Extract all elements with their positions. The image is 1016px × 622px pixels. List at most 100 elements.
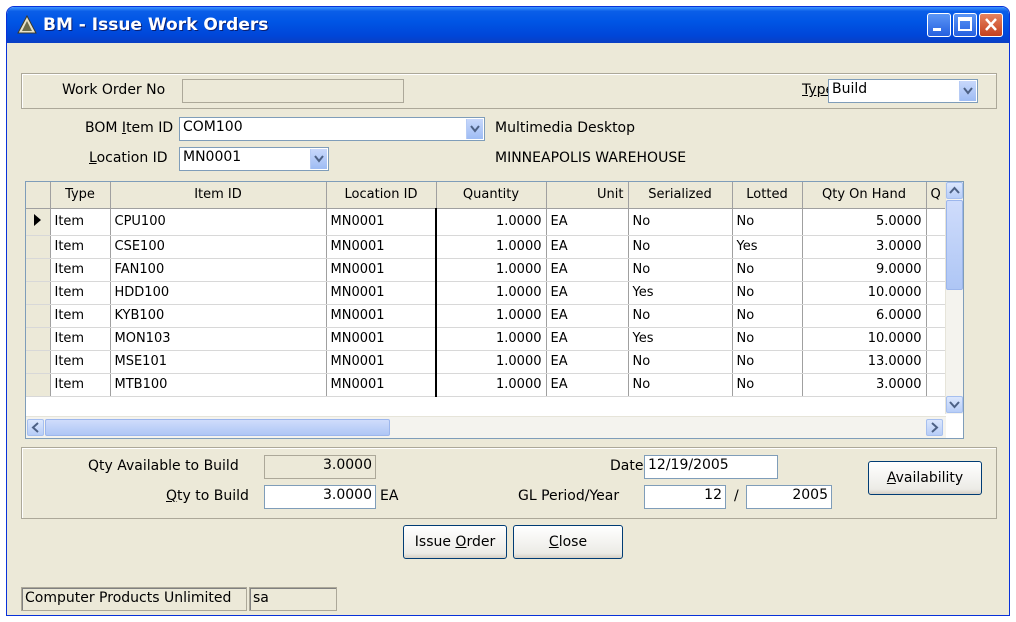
row-selector[interactable] [26, 373, 51, 397]
grid-cell-quantity[interactable]: 1.0000 [436, 235, 547, 259]
grid-cell-item-id[interactable]: CPU100 [110, 208, 327, 236]
grid-cell-unit[interactable]: EA [546, 304, 629, 328]
row-selector[interactable] [26, 258, 51, 282]
grid-cell-type[interactable]: Item [50, 350, 111, 374]
row-selector[interactable] [26, 327, 51, 351]
row-selector[interactable] [26, 304, 51, 328]
column-header[interactable]: Quantity [436, 182, 547, 209]
close-button[interactable]: Close [513, 525, 623, 559]
grid-cell-qty-on-hand[interactable]: 6.0000 [802, 304, 927, 328]
grid-cell-qty-on-hand[interactable]: 13.0000 [802, 350, 927, 374]
grid-cell-location-id[interactable]: MN0001 [326, 373, 437, 397]
horizontal-scroll-thumb[interactable] [45, 419, 390, 436]
table-row[interactable]: Item CSE100 MN0001 1.0000 EA No Yes 3.0000 [26, 235, 949, 259]
gl-period-field[interactable]: 12 [644, 485, 726, 509]
maximize-button[interactable] [953, 13, 977, 37]
grid-cell-item-id[interactable]: MON103 [110, 327, 327, 351]
grid-cell-lotted[interactable]: Yes [732, 235, 803, 259]
grid-cell-item-id[interactable]: KYB100 [110, 304, 327, 328]
grid-cell-unit[interactable]: EA [546, 350, 629, 374]
date-field[interactable]: 12/19/2005 [644, 455, 778, 479]
type-select[interactable]: Build [828, 79, 978, 103]
column-header[interactable]: Serialized [628, 182, 733, 209]
grid-cell-type[interactable]: Item [50, 258, 111, 282]
grid-cell-lotted[interactable]: No [732, 350, 803, 374]
grid-cell-qty-on-hand[interactable]: 10.0000 [802, 327, 927, 351]
grid-cell-location-id[interactable]: MN0001 [326, 235, 437, 259]
grid-cell-unit[interactable]: EA [546, 281, 629, 305]
column-header[interactable]: Lotted [732, 182, 803, 209]
grid-cell-location-id[interactable]: MN0001 [326, 281, 437, 305]
title-bar[interactable]: BM - Issue Work Orders [7, 7, 1009, 43]
bom-item-dropdown-button[interactable] [466, 119, 483, 139]
work-order-field[interactable] [182, 79, 404, 103]
table-row[interactable]: Item MSE101 MN0001 1.0000 EA No No 13.0000 [26, 350, 949, 374]
grid-cell-serialized[interactable]: No [628, 350, 733, 374]
grid-cell-quantity[interactable]: 1.0000 [436, 281, 547, 305]
grid-cell-item-id[interactable]: FAN100 [110, 258, 327, 282]
grid-cell-location-id[interactable]: MN0001 [326, 258, 437, 282]
location-dropdown-button[interactable] [310, 149, 327, 169]
grid-cell-type[interactable]: Item [50, 235, 111, 259]
minimize-button[interactable] [927, 13, 951, 37]
grid-cell-unit[interactable]: EA [546, 208, 629, 236]
table-row[interactable]: Item FAN100 MN0001 1.0000 EA No No 9.0000 [26, 258, 949, 282]
grid-cell-type[interactable]: Item [50, 281, 111, 305]
components-grid[interactable]: Type Item ID Location ID Quantity Unit S… [25, 181, 964, 439]
horizontal-scrollbar[interactable] [26, 416, 946, 438]
row-selector[interactable] [26, 281, 51, 305]
grid-cell-serialized[interactable]: No [628, 304, 733, 328]
qty-to-build-field[interactable]: 3.0000 [264, 485, 376, 509]
grid-cell-location-id[interactable]: MN0001 [326, 208, 437, 236]
grid-cell-type[interactable]: Item [50, 373, 111, 397]
vertical-scroll-thumb[interactable] [946, 200, 963, 290]
grid-cell-serialized[interactable]: No [628, 235, 733, 259]
grid-cell-lotted[interactable]: No [732, 373, 803, 397]
grid-cell-lotted[interactable]: No [732, 208, 803, 236]
grid-cell-quantity[interactable]: 1.0000 [436, 350, 547, 374]
issue-order-button[interactable]: Issue Order [403, 525, 507, 559]
grid-cell-qty-on-hand[interactable]: 3.0000 [802, 235, 927, 259]
scroll-down-button[interactable] [946, 396, 963, 413]
availability-button[interactable]: Availability [868, 461, 982, 495]
grid-cell-serialized[interactable]: No [628, 258, 733, 282]
grid-cell-quantity[interactable]: 1.0000 [436, 304, 547, 328]
grid-cell-location-id[interactable]: MN0001 [326, 304, 437, 328]
row-selector[interactable] [26, 208, 51, 236]
grid-cell-serialized[interactable]: Yes [628, 281, 733, 305]
grid-cell-qty-on-hand[interactable]: 3.0000 [802, 373, 927, 397]
grid-cell-quantity[interactable]: 1.0000 [436, 258, 547, 282]
scroll-left-button[interactable] [27, 419, 44, 436]
grid-cell-serialized[interactable]: No [628, 373, 733, 397]
grid-cell-lotted[interactable]: No [732, 281, 803, 305]
grid-cell-unit[interactable]: EA [546, 235, 629, 259]
grid-cell-unit[interactable]: EA [546, 258, 629, 282]
grid-cell-qty-on-hand[interactable]: 5.0000 [802, 208, 927, 236]
table-row[interactable]: Item HDD100 MN0001 1.0000 EA Yes No 10.0000 [26, 281, 949, 305]
scroll-right-button[interactable] [926, 419, 943, 436]
column-header[interactable]: Unit [546, 182, 629, 209]
table-row[interactable]: Item MON103 MN0001 1.0000 EA Yes No 10.0000 [26, 327, 949, 351]
type-dropdown-button[interactable] [959, 81, 976, 101]
column-header[interactable]: Location ID [326, 182, 437, 209]
grid-cell-unit[interactable]: EA [546, 373, 629, 397]
row-selector[interactable] [26, 235, 51, 259]
grid-cell-lotted[interactable]: No [732, 258, 803, 282]
grid-cell-serialized[interactable]: No [628, 208, 733, 236]
grid-cell-unit[interactable]: EA [546, 327, 629, 351]
grid-cell-qty-on-hand[interactable]: 9.0000 [802, 258, 927, 282]
grid-cell-type[interactable]: Item [50, 208, 111, 236]
grid-cell-item-id[interactable]: MSE101 [110, 350, 327, 374]
table-row[interactable]: Item KYB100 MN0001 1.0000 EA No No 6.0000 [26, 304, 949, 328]
row-selector[interactable] [26, 350, 51, 374]
grid-cell-location-id[interactable]: MN0001 [326, 327, 437, 351]
gl-year-field[interactable]: 2005 [746, 485, 832, 509]
scroll-up-button[interactable] [946, 182, 963, 199]
location-select[interactable]: MN0001 [179, 147, 329, 171]
grid-cell-quantity[interactable]: 1.0000 [436, 373, 547, 397]
grid-cell-type[interactable]: Item [50, 327, 111, 351]
close-window-button[interactable] [979, 13, 1003, 37]
grid-cell-item-id[interactable]: MTB100 [110, 373, 327, 397]
vertical-scrollbar[interactable] [945, 182, 963, 414]
table-row[interactable]: Item CPU100 MN0001 1.0000 EA No No 5.0000 [26, 208, 949, 236]
